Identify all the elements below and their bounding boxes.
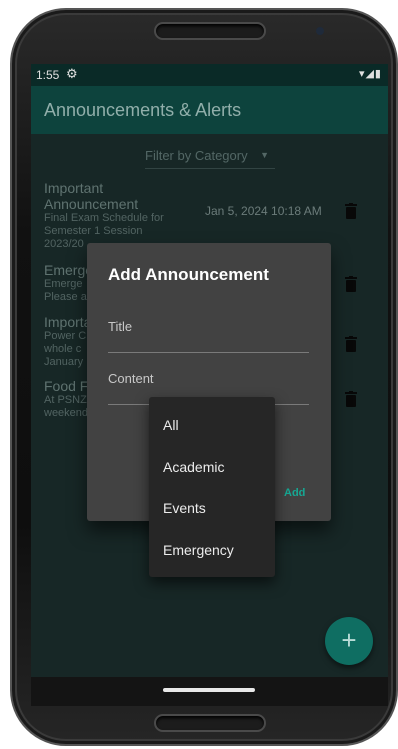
title-field-label: Title: [108, 319, 133, 334]
category-dropdown-menu: All Academic Events Emergency: [149, 397, 275, 577]
dialog-title: Add Announcement: [108, 265, 269, 284]
menu-item-events[interactable]: Events: [163, 500, 206, 516]
menu-item-emergency[interactable]: Emergency: [163, 542, 234, 558]
front-camera: [316, 27, 324, 35]
add-announcement-fab[interactable]: +: [325, 617, 373, 665]
menu-item-academic[interactable]: Academic: [163, 459, 224, 475]
earpiece-speaker: [154, 22, 266, 40]
content-field-label: Content: [108, 371, 154, 386]
home-gesture-handle[interactable]: [163, 688, 255, 692]
bottom-speaker: [154, 714, 266, 732]
system-nav-bar: [31, 677, 388, 706]
device-screen: 1:55 ⚙ ▾◢▮ Announcements & Alerts Filter…: [31, 64, 388, 706]
title-input[interactable]: Title: [108, 319, 309, 353]
plus-icon: +: [341, 625, 357, 655]
menu-item-all[interactable]: All: [163, 417, 179, 433]
add-button[interactable]: Add: [284, 487, 305, 499]
